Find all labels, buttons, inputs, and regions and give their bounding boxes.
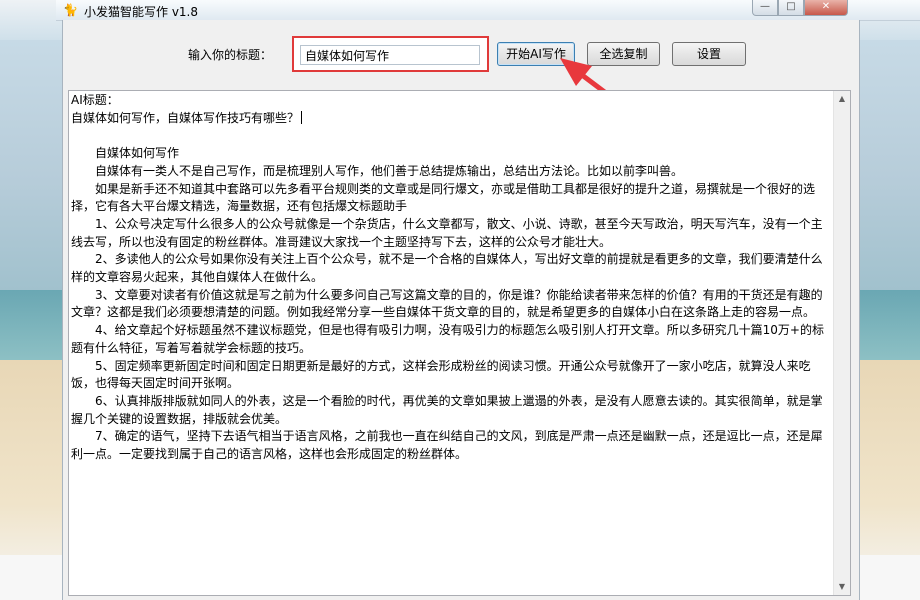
ai-title: 自媒体如何写作，自媒体写作技巧有哪些？: [71, 110, 300, 125]
settings-button[interactable]: 设置: [672, 42, 746, 66]
vertical-scrollbar[interactable]: ▲ ▼: [833, 91, 850, 595]
minimize-button[interactable]: —: [752, 0, 778, 16]
paragraph: 自媒体有一类人不是自己写作，而是梳理别人写作，他们善于总结提炼输出，总结出方法论…: [95, 163, 684, 178]
text-caret: [301, 110, 303, 124]
paragraph: 3、文章要对读者有价值这就是写之前为什么要多问自己写这篇文章的目的，你是谁？你能…: [71, 287, 823, 320]
paragraph: 如果是新手还不知道其中套路可以先多看平台规则类的文章或是同行爆文，亦或是借助工具…: [71, 181, 816, 214]
paragraph: 5、固定频率更新固定时间和固定日期更新是最好的方式，这样会形成粉丝的阅读习惯。开…: [71, 358, 811, 391]
scroll-down-arrow-icon[interactable]: ▼: [834, 579, 850, 595]
maximize-button[interactable]: □: [778, 0, 804, 16]
close-button[interactable]: ✕: [804, 0, 848, 16]
window-title: 小发猫智能写作 v1.8: [84, 5, 199, 19]
scroll-up-arrow-icon[interactable]: ▲: [834, 91, 850, 107]
paragraph: 4、给文章起个好标题虽然不建议标题党，但是也得有吸引力啊，没有吸引力的标题怎么吸…: [71, 323, 824, 355]
paragraph: 6、认真排版排版就如同人的外表，这是一个看脸的时代，再优美的文章如果披上邋遢的外…: [71, 393, 823, 426]
title-input[interactable]: 自媒体如何写作: [300, 45, 480, 65]
paragraph: 7、确定的语气，坚持下去语气相当于语言风格，之前我也一直在纠结自己的文风，到底是…: [71, 429, 823, 462]
paragraph: 1、公众号决定写什么很多人的公众号就像是一个杂货店，什么文章都写，散文、小说、诗…: [71, 216, 823, 249]
ai-title-label: AI标题：: [71, 93, 119, 107]
article-heading: 自媒体如何写作: [95, 146, 180, 161]
title-input-label: 输入你的标题：: [188, 48, 273, 62]
output-text: AI标题： 自媒体如何写作，自媒体写作技巧有哪些？ 自媒体如何写作 自媒体有一类…: [71, 92, 831, 464]
app-cat-icon: 🐈: [63, 3, 78, 17]
output-textarea[interactable]: AI标题： 自媒体如何写作，自媒体写作技巧有哪些？ 自媒体如何写作 自媒体有一类…: [68, 90, 851, 596]
title-input-highlight: 自媒体如何写作: [292, 36, 489, 72]
paragraph: 2、多读他人的公众号如果你没有关注上百个公众号，就不是一个合格的自媒体人，写出好…: [71, 252, 823, 285]
